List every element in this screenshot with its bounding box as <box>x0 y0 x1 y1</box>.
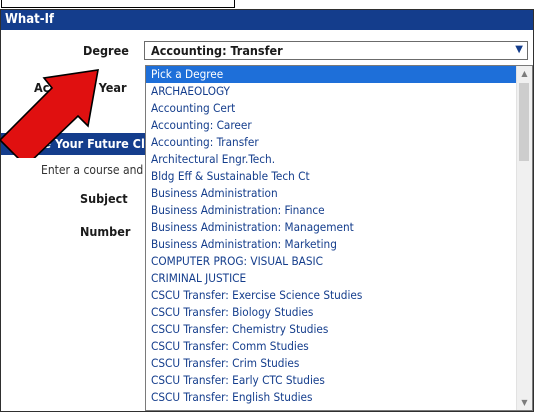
dropdown-option[interactable]: CSCU Transfer: Chemistry Studies <box>146 321 532 338</box>
dropdown-option[interactable]: ARCHAEOLOGY <box>146 83 532 100</box>
degree-options: Pick a Degree ARCHAEOLOGY Accounting Cert A… <box>146 66 532 406</box>
dropdown-option[interactable]: CSCU Transfer: Exercise Science Studies <box>146 287 532 304</box>
scroll-thumb[interactable] <box>519 83 529 161</box>
dropdown-option[interactable]: CRIMINAL JUSTICE <box>146 270 532 287</box>
dropdown-option[interactable]: CSCU Transfer: Biology Studies <box>146 304 532 321</box>
top-box <box>1 0 235 8</box>
dropdown-option[interactable]: Accounting: Transfer <box>146 134 532 151</box>
dropdown-option[interactable]: Accounting Cert <box>146 100 532 117</box>
dropdown-option[interactable]: Accounting: Career <box>146 117 532 134</box>
dropdown-option[interactable]: CSCU Transfer: Crim Studies <box>146 355 532 372</box>
dropdown-option[interactable]: Business Administration <box>146 185 532 202</box>
degree-selected-value: Accounting: Transfer <box>151 43 283 58</box>
dropdown-option[interactable]: CSCU Transfer: Comm Studies <box>146 338 532 355</box>
degree-label: Degree <box>83 43 129 58</box>
dropdown-option[interactable]: Bldg Eff & Sustainable Tech Ct <box>146 168 532 185</box>
degree-select[interactable]: Accounting: Transfer ▼ <box>144 41 528 60</box>
dropdown-option[interactable]: CSCU Transfer: Early CTC Studies <box>146 372 532 389</box>
dropdown-scrollbar[interactable]: ▲ ▼ <box>516 66 532 410</box>
red-arrow-annotation-icon <box>0 69 99 158</box>
red-arrow-shape <box>0 69 99 158</box>
dropdown-option[interactable]: Business Administration: Finance <box>146 202 532 219</box>
dropdown-option[interactable]: Business Administration: Management <box>146 219 532 236</box>
dropdown-option[interactable]: Architectural Engr.Tech. <box>146 151 532 168</box>
dropdown-option[interactable]: Pick a Degree <box>146 66 532 83</box>
dropdown-option[interactable]: Business Administration: Marketing <box>146 236 532 253</box>
dropdown-option[interactable]: CSCU Transfer: English Studies <box>146 389 532 406</box>
section-header: What-If <box>1 10 533 30</box>
chevron-down-icon[interactable]: ▼ <box>515 44 523 55</box>
degree-dropdown-list[interactable]: Pick a Degree ARCHAEOLOGY Accounting Cert A… <box>145 65 533 411</box>
scroll-up-arrow-icon[interactable]: ▲ <box>517 66 532 81</box>
scroll-down-arrow-icon[interactable]: ▼ <box>517 395 532 410</box>
subject-label: Subject <box>80 191 128 206</box>
dropdown-option[interactable]: COMPUTER PROG: VISUAL BASIC <box>146 253 532 270</box>
number-label: Number <box>80 224 131 239</box>
